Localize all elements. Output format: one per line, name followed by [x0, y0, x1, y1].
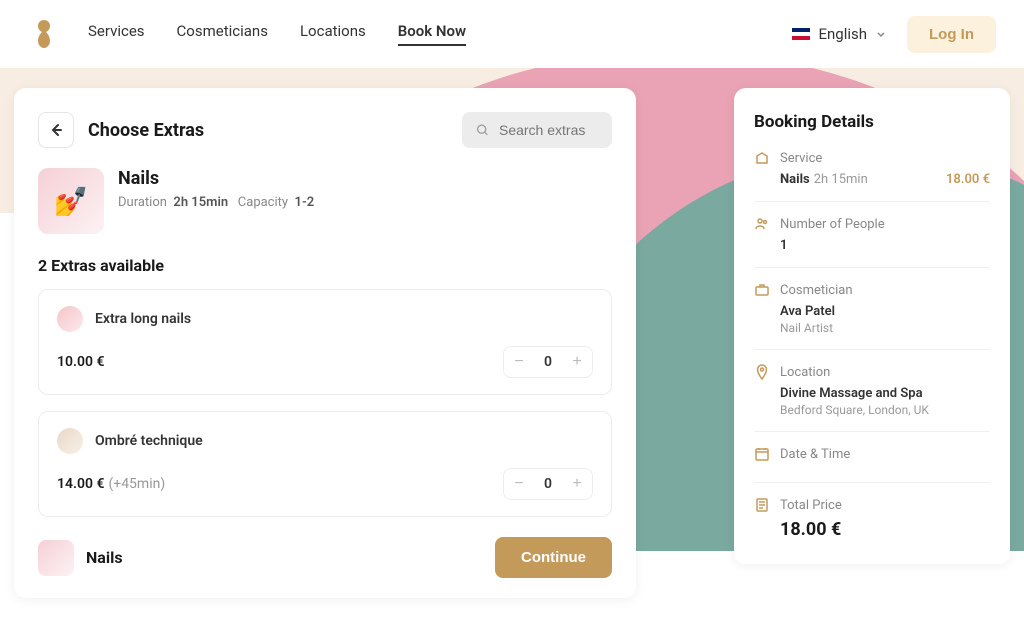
cosmetician-name: Ava Patel: [754, 304, 990, 319]
extra-name: Extra long nails: [95, 311, 191, 327]
detail-people: Number of People 1: [754, 216, 990, 268]
service-name: Nails: [118, 168, 314, 189]
language-label: English: [818, 25, 867, 43]
continue-button[interactable]: Continue: [495, 537, 612, 578]
chevron-down-icon: [875, 28, 887, 40]
login-button[interactable]: Log In: [907, 16, 996, 53]
stepper-value: 0: [534, 354, 562, 370]
page-title: Choose Extras: [88, 120, 204, 141]
nav-link-book-now[interactable]: Book Now: [398, 22, 466, 46]
stepper-minus[interactable]: −: [504, 469, 534, 499]
extra-name: Ombré technique: [95, 433, 203, 449]
nav-link-locations[interactable]: Locations: [300, 22, 366, 46]
nav-links: Services Cosmeticians Locations Book Now: [88, 22, 466, 46]
extras-panel: Choose Extras 💅 Nails Duration 2h 15min …: [14, 88, 636, 598]
search-icon: [476, 122, 489, 138]
calendar-icon: [754, 446, 770, 462]
briefcase-icon: [754, 282, 770, 298]
nav-link-services[interactable]: Services: [88, 22, 145, 46]
people-icon: [754, 216, 770, 232]
side-title: Booking Details: [754, 112, 990, 132]
back-button[interactable]: [38, 112, 74, 148]
extra-price: 10.00 €: [57, 354, 104, 370]
extra-card: Ombré technique 14.00 €(+45min) − 0 +: [38, 411, 612, 517]
selected-service: 💅 Nails Duration 2h 15min Capacity 1-2: [38, 168, 612, 234]
location-icon: [754, 364, 770, 380]
location-name: Divine Massage and Spa: [754, 386, 990, 401]
nav-link-cosmeticians[interactable]: Cosmeticians: [177, 22, 268, 46]
detail-location: Location Divine Massage and Spa Bedford …: [754, 364, 990, 432]
footer-thumb: [38, 540, 74, 576]
location-addr: Bedford Square, London, UK: [754, 403, 990, 417]
detail-cosmetician: Cosmetician Ava Patel Nail Artist: [754, 282, 990, 350]
extras-header: 2 Extras available: [38, 256, 612, 275]
search-box[interactable]: [462, 112, 612, 148]
service-price: 18.00 €: [946, 172, 990, 187]
total-price: 18.00 €: [754, 519, 990, 540]
arrow-left-icon: [47, 121, 65, 139]
stepper-minus[interactable]: −: [504, 347, 534, 377]
extra-thumb: [57, 306, 83, 332]
people-value: 1: [754, 238, 990, 253]
search-input[interactable]: [499, 122, 598, 138]
service-icon: [754, 150, 770, 166]
stepper-plus[interactable]: +: [562, 347, 592, 377]
footer-row: Nails Continue: [38, 537, 612, 578]
extra-card: Extra long nails 10.00 € − 0 +: [38, 289, 612, 395]
detail-datetime: Date & Time: [754, 446, 990, 483]
stepper-value: 0: [534, 476, 562, 492]
booking-details-panel: Booking Details Service Nails2h 15min 18…: [734, 88, 1010, 564]
cosmetician-role: Nail Artist: [754, 321, 990, 335]
quantity-stepper: − 0 +: [503, 346, 593, 378]
navbar: Services Cosmeticians Locations Book Now…: [0, 0, 1024, 68]
language-switcher[interactable]: English: [792, 25, 887, 43]
flag-icon: [792, 28, 810, 40]
detail-total: Total Price 18.00 €: [754, 497, 990, 540]
detail-service: Service Nails2h 15min 18.00 €: [754, 150, 990, 202]
quantity-stepper: − 0 +: [503, 468, 593, 500]
logo[interactable]: [28, 14, 60, 54]
service-thumb: 💅: [38, 168, 104, 234]
total-icon: [754, 497, 770, 513]
extra-thumb: [57, 428, 83, 454]
service-meta: Duration 2h 15min Capacity 1-2: [118, 195, 314, 210]
extra-price: 14.00 €(+45min): [57, 476, 165, 492]
stepper-plus[interactable]: +: [562, 469, 592, 499]
